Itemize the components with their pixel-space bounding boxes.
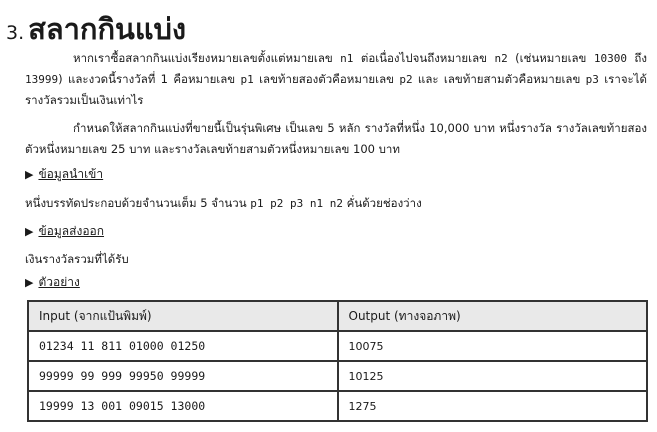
output-cell: 10075	[336, 330, 648, 362]
prize-rules-paragraph: กำหนดให้สลากกินแบ่งที่ขายนี้เป็นรุ่นพิเศ…	[25, 121, 647, 156]
input-cell: 19999 13 001 09015 13000	[27, 390, 339, 422]
problem-number: 3.	[6, 22, 25, 44]
output-section-label: ข้อมูลส่งออก	[38, 224, 105, 238]
problem-name: สลากกินแบ่ง	[28, 12, 187, 46]
problem-title: 3. สลากกินแบ่ง	[6, 6, 186, 46]
input-description: หนึ่งบรรทัดประกอบด้วยจำนวนเต็ม 5 จำนวน p…	[25, 195, 422, 213]
input-variables: p1 p2 p3 n1 n2	[250, 197, 343, 210]
triangle-right-icon: ▶	[25, 168, 34, 181]
var-n2: n2	[494, 52, 508, 65]
table-row: 19999 13 001 09015 13000 1275	[27, 390, 648, 422]
var-p2: p2	[399, 73, 413, 86]
example-section-heading: ▶ ตัวอย่าง	[25, 273, 80, 292]
output-section-heading: ▶ ข้อมูลส่งออก	[25, 222, 104, 241]
table-row: 99999 99 999 99950 99999 10125	[27, 360, 648, 392]
text-fragment: คั่นด้วยช่องว่าง	[342, 196, 422, 210]
output-cell: 1275	[336, 390, 648, 422]
text-fragment: ถึง	[626, 51, 647, 65]
table-header-row: Input (จากแป้นพิมพ์) Output (ทางจอภาพ)	[27, 300, 648, 332]
input-section-label: ข้อมูลนำเข้า	[38, 167, 104, 181]
triangle-right-icon: ▶	[25, 276, 34, 289]
text-fragment: เลขท้ายสองตัวคือหมายเลข	[253, 72, 400, 86]
input-cell: 99999 99 999 99950 99999	[27, 360, 339, 392]
problem-description: หากเราซื้อสลากกินแบ่งเรียงหมายเลขตั้งแต่…	[25, 48, 647, 111]
table-row: 01234 11 811 01000 01250 10075	[27, 330, 648, 362]
example-table: Input (จากแป้นพิมพ์) Output (ทางจอภาพ) 0…	[27, 300, 648, 422]
triangle-right-icon: ▶	[25, 225, 34, 238]
text-fragment: หนึ่งบรรทัดประกอบด้วยจำนวนเต็ม 5 จำนวน	[25, 196, 251, 210]
var-p3: p3	[585, 73, 599, 86]
input-column-header: Input (จากแป้นพิมพ์)	[27, 300, 339, 332]
input-cell: 01234 11 811 01000 01250	[27, 330, 339, 362]
text-fragment: (เช่นหมายเลข	[507, 51, 594, 65]
example-end-number: 13999	[25, 73, 59, 86]
output-column-header: Output (ทางจอภาพ)	[336, 300, 648, 332]
input-section-heading: ▶ ข้อมูลนำเข้า	[25, 165, 103, 184]
output-cell: 10125	[336, 360, 648, 392]
text-fragment: หากเราซื้อสลากกินแบ่งเรียงหมายเลขตั้งแต่…	[73, 51, 341, 65]
output-description: เงินรางวัลรวมที่ได้รับ	[25, 252, 129, 266]
example-section-label: ตัวอย่าง	[38, 275, 80, 289]
var-p1: p1	[240, 73, 254, 86]
text-fragment: และ เลขท้ายสามตัวคือหมายเลข	[412, 72, 586, 86]
example-start-number: 10300	[593, 52, 627, 65]
text-fragment: ต่อเนื่องไปจนถึงหมายเลข	[353, 51, 495, 65]
var-n1: n1	[340, 52, 354, 65]
text-fragment: ) และงวดนี้รางวัลที่ 1 คือหมายเลข	[58, 72, 241, 86]
